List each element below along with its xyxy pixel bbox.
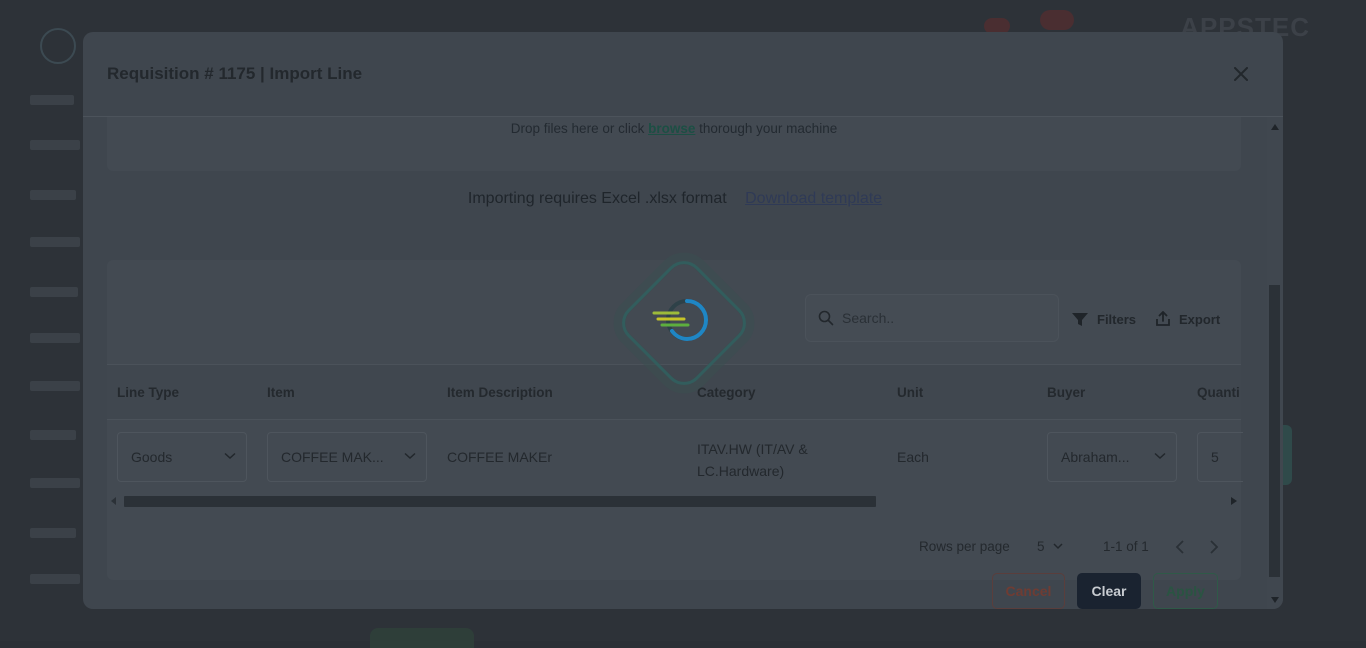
chevron-down-icon xyxy=(1052,543,1063,550)
rows-per-page-select[interactable]: 5 xyxy=(1037,539,1063,554)
background-sidebar xyxy=(0,0,84,641)
buyer-select[interactable]: Abraham... xyxy=(1047,432,1177,482)
unit-cell: Each xyxy=(897,449,929,465)
chevron-down-icon xyxy=(1154,452,1166,460)
apply-button[interactable]: Apply xyxy=(1153,573,1218,609)
scroll-left-icon[interactable] xyxy=(111,497,117,505)
vertical-scroll-thumb[interactable] xyxy=(1269,285,1280,577)
background-logo xyxy=(40,28,76,64)
vertical-scrollbar[interactable] xyxy=(1267,117,1283,609)
column-header-buyer[interactable]: Buyer xyxy=(1047,385,1085,400)
next-page-icon[interactable] xyxy=(1209,540,1219,554)
import-format-note: Importing requires Excel .xlsx format Do… xyxy=(467,190,883,207)
column-header-item-description[interactable]: Item Description xyxy=(447,385,553,400)
item-description-cell: COFFEE MAKEr xyxy=(447,449,553,465)
modal-title: Requisition # 1175 | Import Line xyxy=(107,64,363,83)
table-row: Goods COFFEE MAK... COFFEE MAKEr ITAV.HW… xyxy=(107,419,1243,495)
line-type-select[interactable]: Goods xyxy=(117,432,247,482)
search-box[interactable] xyxy=(805,294,1059,342)
drop-text: Drop files here or click browse thorough… xyxy=(510,121,838,136)
category-cell: ITAV.HW (IT/AV & LC.Hardware) xyxy=(697,441,808,479)
search-icon xyxy=(818,310,834,326)
cancel-button[interactable]: Cancel xyxy=(992,573,1065,609)
rows-per-page-label: Rows per page xyxy=(919,539,1010,554)
modal-header: Requisition # 1175 | Import Line xyxy=(83,32,1283,117)
close-button[interactable] xyxy=(1229,62,1253,86)
horizontal-scrollbar[interactable] xyxy=(107,494,1241,508)
search-input[interactable] xyxy=(840,309,1044,327)
column-header-item[interactable]: Item xyxy=(267,385,295,400)
export-button[interactable]: Export xyxy=(1155,311,1220,327)
browse-link[interactable]: browse xyxy=(648,121,695,136)
page-range: 1-1 of 1 xyxy=(1103,539,1149,554)
horizontal-scroll-thumb[interactable] xyxy=(124,496,876,507)
column-header-line-type[interactable]: Line Type xyxy=(117,385,179,400)
scroll-up-icon[interactable] xyxy=(1271,124,1279,130)
column-header-quantity[interactable]: Quanti xyxy=(1197,385,1240,400)
loading-spinner-icon xyxy=(613,252,755,394)
filter-icon xyxy=(1072,313,1088,326)
chevron-down-icon xyxy=(404,452,416,460)
scroll-right-icon[interactable] xyxy=(1231,497,1237,505)
quantity-input[interactable]: 5 xyxy=(1197,432,1243,482)
filters-button[interactable]: Filters xyxy=(1071,311,1136,327)
column-header-unit[interactable]: Unit xyxy=(897,385,923,400)
clear-button[interactable]: Clear xyxy=(1077,573,1141,609)
chevron-down-icon xyxy=(224,452,236,460)
background-badge xyxy=(1040,10,1074,30)
download-template-link[interactable]: Download template xyxy=(745,190,882,207)
previous-page-icon[interactable] xyxy=(1175,540,1185,554)
export-icon xyxy=(1156,311,1170,326)
close-icon xyxy=(1234,67,1248,81)
file-drop-zone[interactable]: Drop files here or click browse thorough… xyxy=(107,117,1241,171)
scroll-down-icon[interactable] xyxy=(1271,597,1279,603)
item-select[interactable]: COFFEE MAK... xyxy=(267,432,427,482)
